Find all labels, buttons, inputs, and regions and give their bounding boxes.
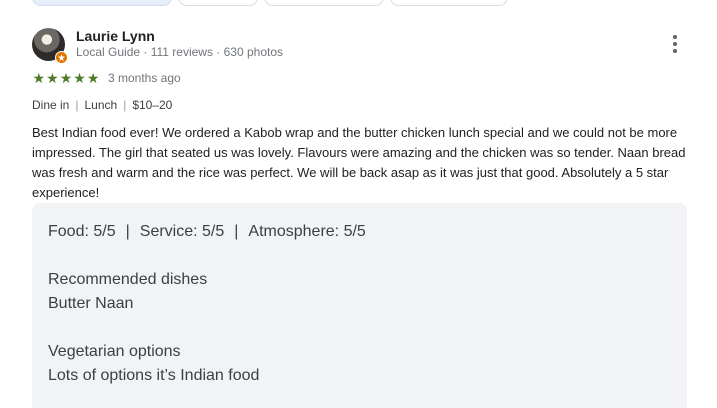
recommended-dishes-heading: Recommended dishes <box>48 271 208 288</box>
vegetarian-options-heading: Vegetarian options <box>48 343 181 360</box>
star-icon: ★ <box>86 70 100 86</box>
filter-chip-selected[interactable] <box>32 0 172 6</box>
filter-chips <box>32 0 508 6</box>
avatar[interactable] <box>32 28 68 64</box>
star-icon: ★ <box>46 70 59 86</box>
filter-chip[interactable] <box>178 0 258 6</box>
service-type: Dine in <box>32 98 70 112</box>
reviewer-meta: Local Guide · 111 reviews · 630 photos <box>76 45 284 59</box>
more-vert-icon <box>673 35 677 39</box>
star-rating: ★ ★ ★ ★ ★ <box>32 70 100 86</box>
meal-type: Lunch <box>84 98 118 112</box>
review-summary-box: Food: 5/5 | Service: 5/5 | Atmosphere: 5… <box>32 203 687 408</box>
star-icon: ★ <box>59 70 73 86</box>
local-guide-badge-icon <box>55 51 68 64</box>
more-vert-icon-dot <box>673 42 677 46</box>
price-range: $10–20 <box>132 98 173 112</box>
separator: | <box>125 223 130 240</box>
service-rating: Service: 5/5 <box>139 223 225 240</box>
food-rating: Food: 5/5 <box>48 223 116 240</box>
rating-row: ★ ★ ★ ★ ★ 3 months ago <box>32 70 181 86</box>
reviewer-name[interactable]: Laurie Lynn <box>76 28 155 44</box>
more-vert-icon-dot <box>673 49 677 53</box>
separator: | <box>75 98 79 112</box>
filter-chip[interactable] <box>390 0 508 6</box>
separator: | <box>123 98 127 112</box>
vegetarian-options-value: Lots of options it’s Indian food <box>48 367 260 384</box>
aspect-ratings: Food: 5/5 | Service: 5/5 | Atmosphere: 5… <box>48 220 671 244</box>
review-date: 3 months ago <box>107 71 181 85</box>
star-icon: ★ <box>32 70 46 86</box>
review-text: Best Indian food ever! We ordered a Kabo… <box>32 125 686 200</box>
star-icon: ★ <box>73 70 86 86</box>
atmosphere-rating: Atmosphere: 5/5 <box>248 223 366 240</box>
more-options-button[interactable] <box>663 30 687 58</box>
visit-details: Dine in | Lunch | $10–20 <box>32 98 172 112</box>
separator: | <box>234 223 239 240</box>
filter-chip[interactable] <box>264 0 384 6</box>
recommended-dishes-value: Butter Naan <box>48 295 134 312</box>
